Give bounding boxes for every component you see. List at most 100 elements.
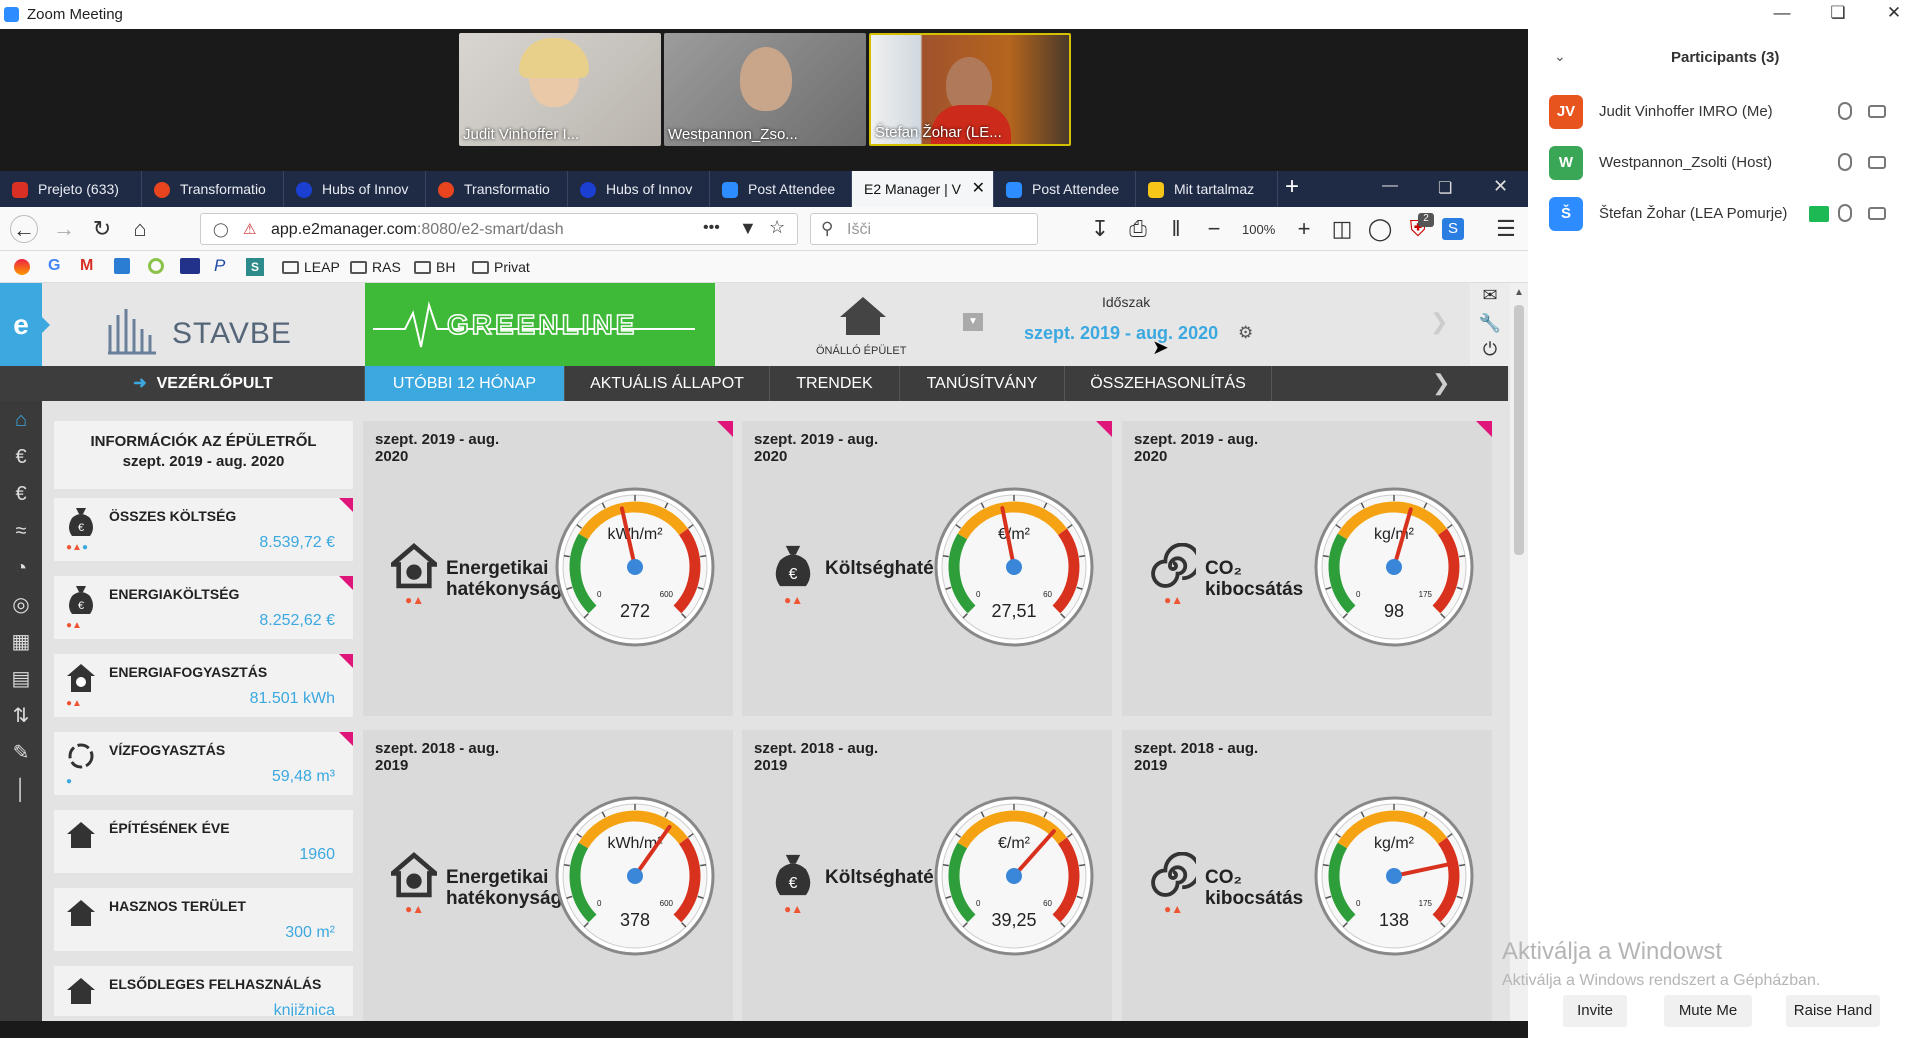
next-arrow-icon[interactable]: ❯ bbox=[1430, 309, 1448, 335]
zoom-in-button[interactable]: + bbox=[1290, 215, 1318, 243]
thermometer-icon[interactable]: │ bbox=[8, 777, 34, 803]
browser-tab[interactable]: Post Attendee bbox=[710, 171, 852, 207]
gauge-panel[interactable]: szept. 2019 - aug. 2020 Energetikai hatéko… bbox=[363, 421, 733, 716]
browser-tab[interactable]: Post Attendee bbox=[994, 171, 1136, 207]
home-icon[interactable]: ⌂ bbox=[8, 407, 34, 433]
raise-hand-button[interactable]: Raise Hand bbox=[1786, 995, 1880, 1027]
info-card-water-consumption[interactable]: VÍZFOGYASZTÁS 59,48 m³ ● bbox=[54, 732, 353, 795]
microphone-icon[interactable] bbox=[1838, 102, 1852, 120]
sidebar-icon[interactable]: ◫ bbox=[1328, 215, 1356, 243]
building-icon[interactable]: ▦ bbox=[8, 629, 34, 655]
browser-tab[interactable]: Hubs of Innov bbox=[284, 171, 426, 207]
invite-button[interactable]: Invite bbox=[1563, 995, 1627, 1027]
page-scrollbar[interactable]: ▲ ▼ bbox=[1510, 283, 1528, 1038]
search-input[interactable]: ⚲ Išči bbox=[810, 213, 1038, 245]
new-tab-button[interactable]: + bbox=[1285, 173, 1299, 201]
browser-tab[interactable]: Transformatio bbox=[142, 171, 284, 207]
period-value[interactable]: szept. 2019 - aug. 2020 bbox=[1024, 323, 1218, 344]
forward-button[interactable]: → bbox=[50, 215, 78, 243]
library-icon[interactable]: ‖ bbox=[1162, 215, 1190, 243]
home-button[interactable]: ⌂ bbox=[126, 215, 154, 243]
pocket-icon[interactable]: ▼ bbox=[739, 218, 757, 239]
euro-icon[interactable]: € bbox=[8, 444, 34, 470]
video-tile-active-speaker[interactable]: Štefan Žohar (LE... bbox=[869, 33, 1071, 146]
more-actions-icon[interactable]: ••• bbox=[703, 219, 720, 237]
gauge-panel[interactable]: szept. 2018 - aug. 2019 Energetikai hatéko… bbox=[363, 730, 733, 1025]
info-flag-icon[interactable] bbox=[339, 732, 353, 746]
address-bar[interactable]: ◯ ⚠ app.e2manager.com:8080/e2-smart/dash… bbox=[200, 213, 798, 245]
trend-icon[interactable]: ≈ bbox=[8, 518, 34, 544]
edit-icon[interactable]: ✎ bbox=[8, 740, 34, 766]
microphone-icon[interactable] bbox=[1838, 204, 1852, 222]
participant-row[interactable]: JV Judit Vinhoffer IMRO (Me) bbox=[1549, 92, 1899, 132]
info-flag-icon[interactable] bbox=[717, 421, 733, 437]
extension-icon[interactable]: S bbox=[1442, 218, 1464, 240]
gauge-panel[interactable]: szept. 2019 - aug. 2020 CO₂ kibocsátás ●▲ kg… bbox=[1122, 421, 1492, 716]
period-selector[interactable]: Időszak szept. 2019 - aug. 2020 ⚙ ❯ ➤ bbox=[1002, 283, 1467, 366]
mail-icon[interactable]: ✉ bbox=[1478, 285, 1502, 309]
bookmark-folder-leap[interactable]: LEAP bbox=[282, 259, 340, 275]
bookmark-folder-bh[interactable]: BH bbox=[414, 259, 455, 275]
back-button[interactable]: ← bbox=[10, 215, 38, 243]
gauge-panel[interactable]: szept. 2018 - aug. 2019 Költséghaté € ●▲ €/m… bbox=[742, 730, 1112, 1025]
info-card-usable-area[interactable]: HASZNOS TERÜLET 300 m² bbox=[54, 888, 353, 951]
info-card-energy-consumption[interactable]: ENERGIAFOGYASZTÁS 81.501 kWh ●▲ bbox=[54, 654, 353, 717]
participant-row[interactable]: Š Štefan Žohar (LEA Pomurje) bbox=[1549, 194, 1899, 234]
gmail-icon[interactable]: M bbox=[80, 257, 93, 275]
info-card-primary-use[interactable]: ELSŐDLEGES FELHASZNÁLÁS knjižnica bbox=[54, 966, 353, 1016]
scroll-thumb[interactable] bbox=[1514, 305, 1524, 555]
gauge-panel[interactable]: szept. 2018 - aug. 2019 CO₂ kibocsátás ●▲ kg… bbox=[1122, 730, 1492, 1025]
clipboard-icon[interactable]: ▤ bbox=[8, 666, 34, 692]
minimize-button[interactable]: — bbox=[1382, 177, 1398, 195]
close-window-button[interactable]: ✕ bbox=[1493, 176, 1508, 197]
menu-next-icon[interactable]: ❯ bbox=[1432, 370, 1450, 396]
browser-tab[interactable]: Prejeto (633) bbox=[0, 171, 142, 207]
minimize-button[interactable]: — bbox=[1762, 3, 1802, 23]
site-icon[interactable]: S bbox=[246, 258, 264, 276]
info-flag-icon[interactable] bbox=[339, 498, 353, 512]
e2-logo[interactable]: e bbox=[0, 283, 42, 366]
co2-icon[interactable]: ◎ bbox=[8, 592, 34, 618]
dropdown-chevron-icon[interactable]: ▼ bbox=[963, 313, 983, 331]
bookmark-star-icon[interactable]: ☆ bbox=[769, 217, 785, 238]
video-tile[interactable]: Judit Vinhoffer I... bbox=[459, 33, 661, 146]
bookmark-folder-ras[interactable]: RAS bbox=[350, 259, 401, 275]
browser-tab-active[interactable]: E2 Manager | V ✕ bbox=[852, 171, 994, 207]
google-icon[interactable]: G bbox=[48, 257, 60, 275]
info-card-total-cost[interactable]: € ÖSSZES KÖLTSÉG 8.539,72 € ●▲● bbox=[54, 498, 353, 561]
info-flag-icon[interactable] bbox=[339, 576, 353, 590]
close-tab-icon[interactable]: ✕ bbox=[972, 171, 985, 207]
pie-chart-icon[interactable]: ◔ bbox=[8, 555, 34, 581]
mute-me-button[interactable]: Mute Me bbox=[1664, 995, 1752, 1027]
insecure-lock-icon[interactable]: ⚠ bbox=[243, 220, 256, 238]
tab-last-12-months[interactable]: UTÓBBI 12 HÓNAP bbox=[365, 366, 565, 401]
print-icon[interactable]: ⎙ bbox=[1124, 215, 1152, 243]
microphone-icon[interactable] bbox=[1838, 153, 1852, 171]
shield-icon[interactable]: ◯ bbox=[213, 221, 229, 238]
video-tile[interactable]: Westpannon_Zso... bbox=[664, 33, 866, 146]
tab-comparison[interactable]: ÖSSZEHASONLÍTÁS bbox=[1065, 366, 1272, 401]
tab-current-state[interactable]: AKTUÁLIS ÁLLAPOT bbox=[565, 366, 770, 401]
power-icon[interactable]: ⏻ bbox=[1478, 339, 1502, 363]
tab-trends[interactable]: TRENDEK bbox=[770, 366, 900, 401]
camera-icon[interactable] bbox=[1868, 207, 1886, 220]
account-icon[interactable]: ◯ bbox=[1366, 215, 1394, 243]
zoom-out-button[interactable]: − bbox=[1200, 215, 1228, 243]
gauge-panel[interactable]: szept. 2019 - aug. 2020 Költséghaté € ●▲ €/m… bbox=[742, 421, 1112, 716]
firefox-icon[interactable] bbox=[14, 259, 30, 275]
info-flag-icon[interactable] bbox=[1096, 421, 1112, 437]
camera-icon[interactable] bbox=[1868, 156, 1886, 169]
menu-dashboard[interactable]: ➜ VEZÉRLŐPULT bbox=[42, 366, 365, 401]
close-button[interactable]: ✕ bbox=[1874, 3, 1913, 23]
restore-button[interactable]: ❏ bbox=[1818, 3, 1858, 23]
wrench-icon[interactable]: 🔧 bbox=[1478, 313, 1502, 337]
participant-row[interactable]: W Westpannon_Zsolti (Host) bbox=[1549, 143, 1899, 183]
building-selector[interactable]: ÖNÁLLÓ ÉPÜLET ▼ bbox=[716, 283, 998, 366]
gear-icon[interactable]: ⚙ bbox=[1238, 323, 1253, 343]
euro-cost-icon[interactable]: € bbox=[8, 481, 34, 507]
menu-icon[interactable]: ☰ bbox=[1492, 215, 1520, 243]
browser-tab[interactable]: Mit tartalmaz bbox=[1136, 171, 1278, 207]
browser-tab[interactable]: Transformatio bbox=[426, 171, 568, 207]
info-card-year-built[interactable]: ÉPÍTÉSÉNEK ÉVE 1960 bbox=[54, 810, 353, 873]
translate-icon[interactable] bbox=[114, 258, 130, 274]
